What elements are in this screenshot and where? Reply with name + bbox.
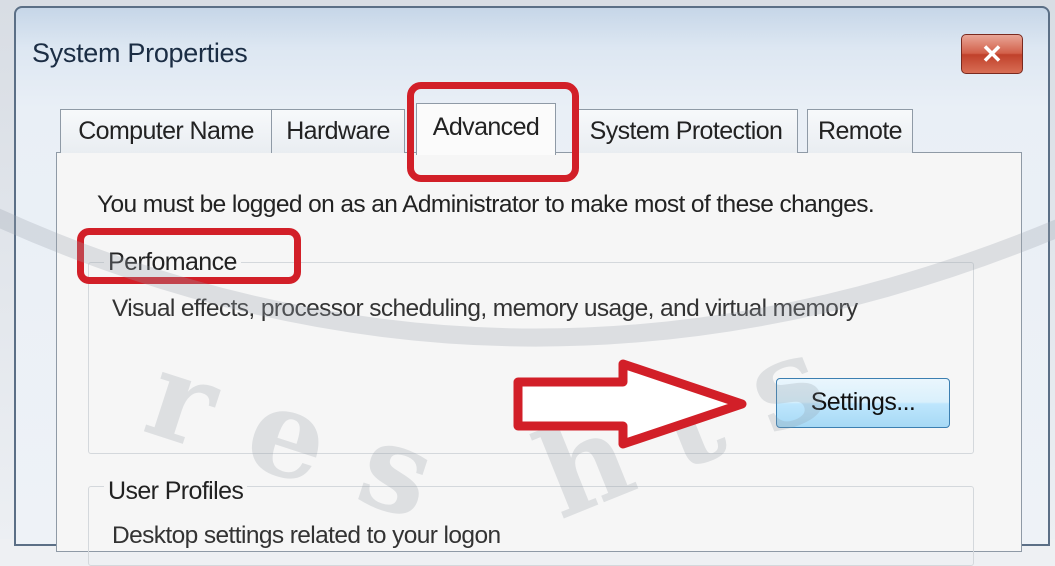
user-profiles-description: Desktop settings related to your logon xyxy=(112,522,501,549)
tab-advanced[interactable]: Advanced xyxy=(416,103,556,155)
window-title: System Properties xyxy=(32,38,248,68)
performance-settings-button[interactable]: Settings... xyxy=(776,378,950,428)
admin-notice: You must be logged on as an Administrato… xyxy=(97,191,875,218)
performance-description: Visual effects, processor scheduling, me… xyxy=(112,295,858,322)
close-icon: ✕ xyxy=(981,39,1003,69)
performance-highlight xyxy=(77,228,301,284)
close-button[interactable]: ✕ xyxy=(961,34,1023,74)
tab-system-protection[interactable]: System Protection xyxy=(574,109,798,153)
user-profiles-label: User Profiles xyxy=(104,477,248,506)
tab-hardware[interactable]: Hardware xyxy=(271,109,405,153)
tab-computer-name[interactable]: Computer Name xyxy=(60,109,272,153)
tab-remote[interactable]: Remote xyxy=(807,109,913,153)
